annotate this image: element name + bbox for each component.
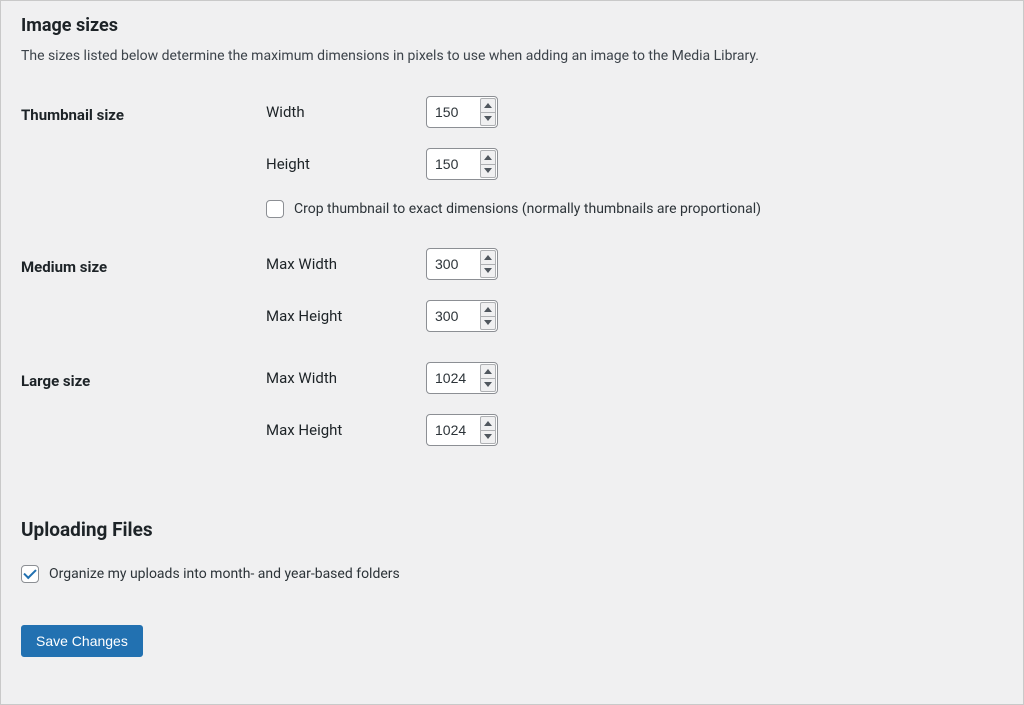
step-down-button[interactable] bbox=[480, 264, 496, 279]
step-up-button[interactable] bbox=[480, 302, 496, 316]
medium-size-heading: Medium size bbox=[21, 248, 266, 362]
image-sizes-table: Thumbnail size Width Height bbox=[21, 96, 1003, 476]
uploading-files-heading: Uploading Files bbox=[21, 518, 1003, 541]
save-changes-button[interactable]: Save Changes bbox=[21, 625, 143, 657]
spinner-icon bbox=[480, 416, 496, 444]
image-sizes-description: The sizes listed below determine the max… bbox=[21, 48, 1003, 64]
step-down-button[interactable] bbox=[480, 378, 496, 393]
medium-width-label: Max Width bbox=[266, 255, 426, 273]
step-up-button[interactable] bbox=[480, 250, 496, 264]
spinner-icon bbox=[480, 250, 496, 278]
thumbnail-size-heading: Thumbnail size bbox=[21, 96, 266, 248]
medium-height-label: Max Height bbox=[266, 307, 426, 325]
step-up-button[interactable] bbox=[480, 150, 496, 164]
step-up-button[interactable] bbox=[480, 98, 496, 112]
organize-uploads-checkbox[interactable] bbox=[21, 565, 39, 583]
spinner-icon bbox=[480, 364, 496, 392]
image-sizes-heading: Image sizes bbox=[21, 15, 1003, 36]
spinner-icon bbox=[480, 98, 496, 126]
step-up-button[interactable] bbox=[480, 416, 496, 430]
step-down-button[interactable] bbox=[480, 316, 496, 331]
step-down-button[interactable] bbox=[480, 164, 496, 179]
large-size-heading: Large size bbox=[21, 362, 266, 476]
large-width-label: Max Width bbox=[266, 369, 426, 387]
crop-thumbnail-checkbox[interactable] bbox=[266, 200, 284, 218]
media-settings-panel: Image sizes The sizes listed below deter… bbox=[0, 0, 1024, 705]
step-up-button[interactable] bbox=[480, 364, 496, 378]
step-down-button[interactable] bbox=[480, 112, 496, 127]
step-down-button[interactable] bbox=[480, 430, 496, 445]
crop-thumbnail-label[interactable]: Crop thumbnail to exact dimensions (norm… bbox=[294, 201, 761, 217]
organize-uploads-label[interactable]: Organize my uploads into month- and year… bbox=[49, 566, 400, 582]
thumbnail-height-label: Height bbox=[266, 155, 426, 173]
thumbnail-width-label: Width bbox=[266, 103, 426, 121]
spinner-icon bbox=[480, 302, 496, 330]
spinner-icon bbox=[480, 150, 496, 178]
large-height-label: Max Height bbox=[266, 421, 426, 439]
